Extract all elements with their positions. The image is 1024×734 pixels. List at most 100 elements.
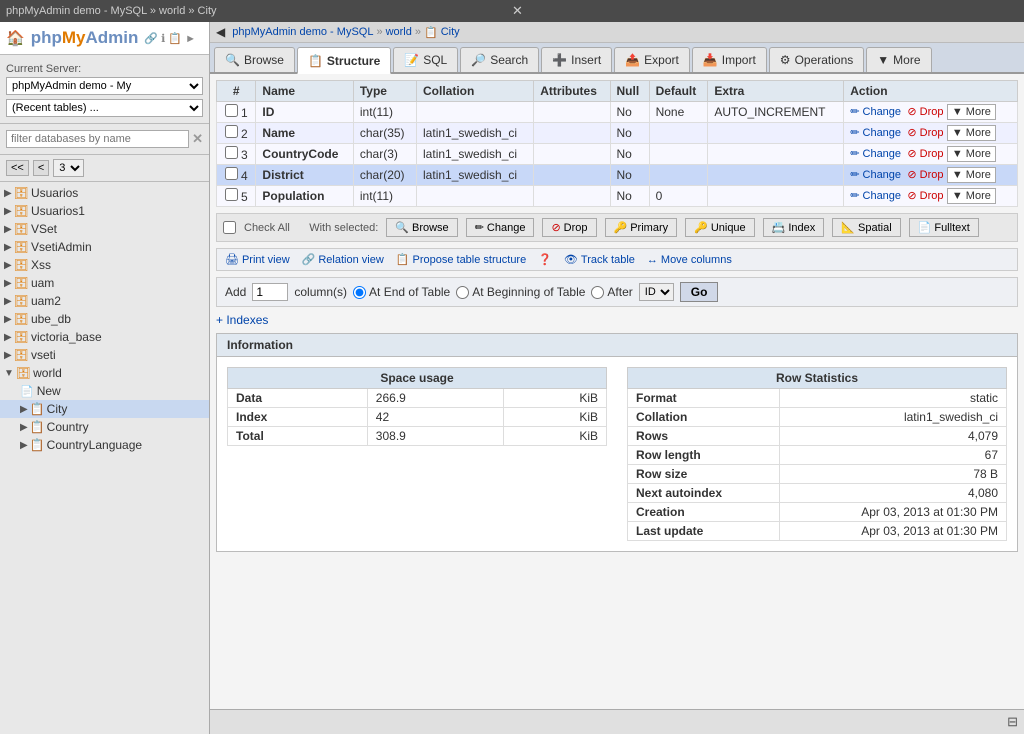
more-link[interactable]: ▼ More [947,146,996,162]
sidebar-item-city[interactable]: ▶ 📋 City [0,400,209,418]
tab-export[interactable]: 📤 Export [614,47,690,72]
browse-button[interactable]: 🔍 Browse [386,218,457,237]
sidebar-item-ube-db[interactable]: ▶ 🗄 ube_db [0,310,209,328]
structure-table: # Name Type Collation Attributes Null De… [216,80,1018,207]
sidebar-item-uam[interactable]: ▶ 🗄 uam [0,274,209,292]
prev-button[interactable]: < [33,160,49,176]
col-extra [708,186,844,207]
stat-label: Last update [628,522,780,541]
sidebar-item-vseti[interactable]: ▶ 🗄 vseti [0,346,209,364]
sidebar-item-new[interactable]: 📄 New [0,382,209,400]
page-select[interactable]: 3 [53,159,84,177]
tab-sql[interactable]: 📝 SQL [393,47,458,72]
collapse-icon[interactable]: ⊟ [1007,714,1018,730]
change-link[interactable]: ✏ Change [850,147,901,160]
row-checkbox[interactable] [225,104,238,117]
tab-search[interactable]: 🔎 Search [460,47,539,72]
at-end-radio-label[interactable]: At End of Table [353,285,450,299]
more-link[interactable]: ▼ More [947,188,996,204]
go-button[interactable]: Go [680,282,719,302]
print-view-link[interactable]: 🖨 Print view [225,253,290,266]
db-icon: 🗄 [14,222,29,236]
tab-browse[interactable]: 🔍 Browse [214,47,295,72]
stat-label: Creation [628,503,780,522]
prev-prev-button[interactable]: << [6,160,29,176]
filter-clear-icon[interactable]: ✕ [192,131,203,147]
print-icon: 🖨 [225,253,239,266]
tab-insert[interactable]: ➕ Insert [541,47,612,72]
more-link[interactable]: ▼ More [947,167,996,183]
col-header-null: Null [610,81,649,102]
window-close-button[interactable]: ✕ [512,3,1018,19]
sidebar-item-victoria-base[interactable]: ▶ 🗄 victoria_base [0,328,209,346]
after-radio[interactable] [591,286,604,299]
expand-icon: ▶ [4,224,12,235]
more-link[interactable]: ▼ More [947,104,996,120]
primary-button[interactable]: 🔑 Primary [605,218,678,237]
sidebar-item-usuarios[interactable]: ▶ 🗄 Usuarios [0,184,209,202]
row-checkbox[interactable] [225,125,238,138]
sidebar-item-vset[interactable]: ▶ 🗄 VSet [0,220,209,238]
sidebar-item-vsetiadmin[interactable]: ▶ 🗄 VsetiAdmin [0,238,209,256]
table-row: 5 Population int(11) No 0 ✏ Change ⊘ Dro… [217,186,1018,207]
sidebar-item-usuarios1[interactable]: ▶ 🗄 Usuarios1 [0,202,209,220]
space-unit: KiB [503,389,606,408]
drop-link[interactable]: ⊘ Drop [907,168,943,181]
drop-link[interactable]: ⊘ Drop [907,189,943,202]
tab-operations[interactable]: ⚙ Operations [769,47,864,72]
tab-import[interactable]: 📥 Import [692,47,767,72]
fulltext-button[interactable]: 📄 Fulltext [909,218,979,237]
after-radio-label[interactable]: After [591,285,632,299]
drop-link[interactable]: ⊘ Drop [907,126,943,139]
sidebar-item-countrylanguage[interactable]: ▶ 📋 CountryLanguage [0,436,209,454]
stat-value: latin1_swedish_ci [780,408,1007,427]
row-checkbox[interactable] [225,167,238,180]
sidebar-item-xss[interactable]: ▶ 🗄 Xss [0,256,209,274]
expand-icon: ▶ [20,422,28,433]
track-table-link[interactable]: 👁 Track table [564,253,635,266]
tab-structure[interactable]: 📋 Structure [297,47,391,74]
drop-link[interactable]: ⊘ Drop [907,147,943,160]
breadcrumb-table-link[interactable]: City [441,26,460,38]
relation-view-link[interactable]: 🔗 Relation view [302,253,384,266]
stat-value: 4,079 [780,427,1007,446]
col-type: char(3) [353,144,416,165]
breadcrumb-db[interactable]: world [386,26,412,38]
change-link[interactable]: ✏ Change [850,126,901,139]
at-beginning-radio-label[interactable]: At Beginning of Table [456,285,585,299]
indexes-link[interactable]: + Indexes [216,313,1018,327]
change-button[interactable]: ✏ Change [466,218,535,237]
info-panel-header: Information [217,334,1017,357]
breadcrumb-server[interactable]: phpMyAdmin demo - MySQL [232,26,373,38]
row-checkbox[interactable] [225,146,238,159]
primary-icon: 🔑 [614,221,628,234]
drop-button[interactable]: ⊘ Drop [542,218,596,237]
change-link[interactable]: ✏ Change [850,105,901,118]
sidebar-item-country[interactable]: ▶ 📋 Country [0,418,209,436]
at-end-radio[interactable] [353,286,366,299]
more-link[interactable]: ▼ More [947,125,996,141]
table-icon: 📋 [30,420,45,434]
spatial-button[interactable]: 📐 Spatial [832,218,900,237]
move-columns-link[interactable]: ↔ Move columns [647,254,732,266]
sidebar-item-world[interactable]: ▼ 🗄 world [0,364,209,382]
index-button[interactable]: 📇 Index [763,218,825,237]
add-columns-input[interactable] [252,283,288,301]
stat-label: Format [628,389,780,408]
drop-link[interactable]: ⊘ Drop [907,105,943,118]
unique-button[interactable]: 🔑 Unique [685,218,755,237]
after-column-select[interactable]: ID [639,283,674,301]
row-checkbox[interactable] [225,188,238,201]
sidebar-item-uam2[interactable]: ▶ 🗄 uam2 [0,292,209,310]
table-icon: 📋 [30,402,45,416]
server-select[interactable]: phpMyAdmin demo - My [6,77,203,95]
tab-more[interactable]: ▼ More [866,47,931,72]
change-link[interactable]: ✏ Change [850,189,901,202]
at-beginning-radio[interactable] [456,286,469,299]
recent-tables-select[interactable]: (Recent tables) ... [6,99,203,117]
change-link[interactable]: ✏ Change [850,168,901,181]
check-all-checkbox[interactable] [223,221,236,234]
propose-table-link[interactable]: 📋 Propose table structure [396,253,526,266]
breadcrumb-back-icon[interactable]: ◀ [216,25,225,39]
filter-input[interactable] [6,130,189,148]
